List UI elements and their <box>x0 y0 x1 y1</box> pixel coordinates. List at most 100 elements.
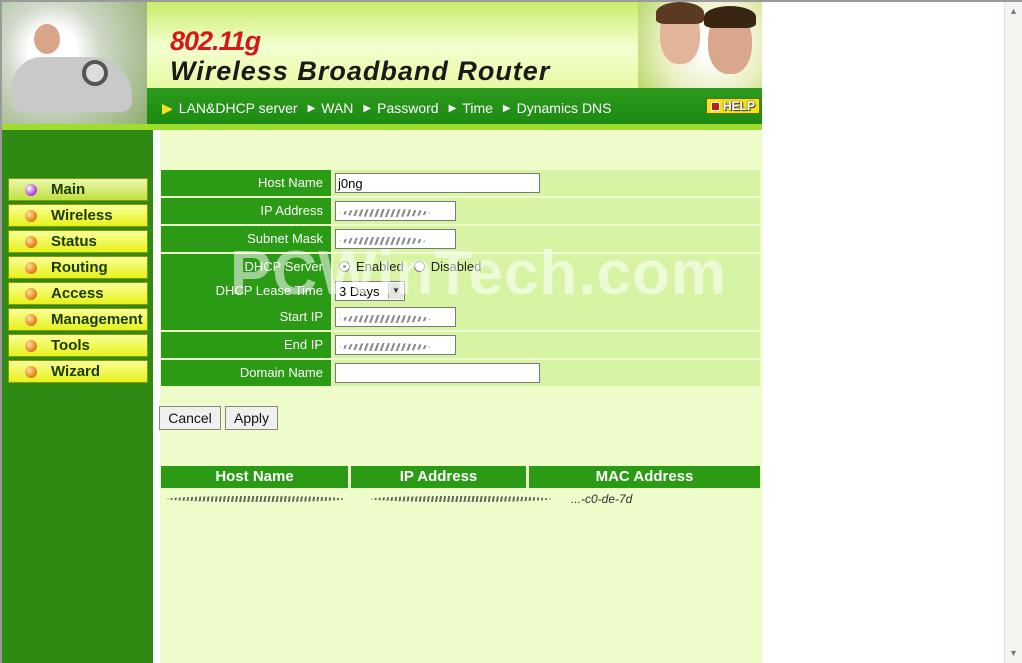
nav-password[interactable]: ▶ Password <box>363 100 438 116</box>
subnet-mask-cell <box>333 226 760 252</box>
start-ip-row: Start IP <box>161 304 760 330</box>
person-hair <box>704 6 756 28</box>
sidebar-item-label: Status <box>51 233 97 250</box>
end-ip-cell <box>333 332 760 358</box>
lease-time-value: 3 Days <box>339 284 380 299</box>
header-photo-right <box>638 2 762 88</box>
lease-time-row: DHCP Lease Time 3 Days ▼ <box>161 278 760 304</box>
sidebar-item-wireless[interactable]: Wireless <box>8 204 148 227</box>
sidebar-item-label: Main <box>51 181 86 198</box>
person-hair <box>656 2 704 24</box>
dhcp-enabled-label: Enabled <box>356 259 404 274</box>
headphones-icon <box>82 60 108 86</box>
start-ip-label: Start IP <box>161 304 331 330</box>
nav-label: WAN <box>321 100 354 116</box>
nav-dynamic-dns[interactable]: ▶ Dynamics DNS <box>503 100 612 116</box>
start-ip-input[interactable] <box>335 307 456 327</box>
dhcp-server-radio-group: Enabled Disabled <box>339 259 491 274</box>
person-head <box>34 24 60 54</box>
sidebar-item-management[interactable]: Management <box>8 308 148 331</box>
nav-label: Dynamics DNS <box>516 100 612 116</box>
scroll-up-icon[interactable]: ▲ <box>1006 4 1021 19</box>
bullet-icon <box>25 261 37 274</box>
brand-title: Wireless Broadband Router <box>170 56 551 86</box>
column-header-mac-address: MAC Address <box>529 466 760 488</box>
sidebar-item-wizard[interactable]: Wizard <box>8 360 148 383</box>
sidebar-item-routing[interactable]: Routing <box>8 256 148 279</box>
cancel-button[interactable]: Cancel <box>159 406 221 430</box>
top-nav: ▶ LAN&DHCP server ▶ WAN ▶ Password ▶ Tim… <box>162 96 622 120</box>
sidebar-item-tools[interactable]: Tools <box>8 334 148 357</box>
bullet-icon <box>25 339 37 352</box>
nav-label: Time <box>462 100 493 116</box>
domain-name-input[interactable] <box>335 363 540 383</box>
main-left-strip <box>153 130 160 663</box>
sidebar-item-label: Wizard <box>51 363 101 380</box>
dhcp-disabled-label: Disabled <box>430 259 482 274</box>
ip-address-row: IP Address <box>161 198 760 224</box>
dhcp-server-cell: Enabled Disabled <box>333 254 760 280</box>
bullet-icon <box>25 235 37 248</box>
sidebar-item-label: Access <box>51 285 104 302</box>
bullet-icon <box>25 209 37 222</box>
end-ip-input[interactable] <box>335 335 456 355</box>
subnet-mask-row: Subnet Mask <box>161 226 760 252</box>
redacted-value <box>340 209 430 217</box>
nav-lan-dhcp[interactable]: ▶ LAN&DHCP server <box>162 100 298 117</box>
bullet-icon <box>25 287 37 300</box>
header-banner: 802.11g Wireless Broadband Router ▶ LAN&… <box>2 2 762 130</box>
scroll-down-icon[interactable]: ▼ <box>1006 646 1021 661</box>
help-button[interactable]: HELP <box>706 98 760 114</box>
dhcp-disabled-radio[interactable] <box>413 261 425 272</box>
bullet-icon <box>25 365 37 378</box>
play-arrow-icon: ▶ <box>162 99 173 116</box>
play-arrow-icon: ▶ <box>307 102 316 114</box>
end-ip-row: End IP <box>161 332 760 358</box>
header-photo-left <box>2 2 147 124</box>
dhcp-enabled-radio[interactable] <box>339 261 350 272</box>
chevron-down-icon[interactable]: ▼ <box>388 283 403 299</box>
lease-time-select[interactable]: 3 Days ▼ <box>335 281 405 301</box>
apply-button[interactable]: Apply <box>225 406 278 430</box>
host-name-row: Host Name <box>161 170 760 196</box>
redacted-value <box>167 496 345 502</box>
play-arrow-icon: ▶ <box>448 102 457 114</box>
sidebar-item-label: Management <box>51 311 143 328</box>
nav-time[interactable]: ▶ Time <box>449 100 493 116</box>
sidebar-item-label: Wireless <box>51 207 113 224</box>
mac-address-value: ...-c0-de-7d <box>571 492 633 506</box>
redacted-value <box>340 315 430 323</box>
help-icon <box>710 101 720 111</box>
domain-name-row: Domain Name <box>161 360 760 386</box>
column-header-ip-address: IP Address <box>351 466 526 488</box>
host-name-input[interactable] <box>335 173 540 193</box>
sidebar-item-label: Routing <box>51 259 108 276</box>
domain-name-cell <box>333 360 760 386</box>
nav-label: Password <box>377 100 439 116</box>
nav-label: LAN&DHCP server <box>178 100 298 116</box>
ip-address-cell <box>333 198 760 224</box>
dhcp-server-label: DHCP Server <box>161 254 331 280</box>
dhcp-server-row: DHCP Server Enabled Disabled <box>161 254 760 280</box>
sidebar-item-main[interactable]: Main <box>8 178 148 201</box>
subnet-mask-label: Subnet Mask <box>161 226 331 252</box>
host-name-label: Host Name <box>161 170 331 196</box>
host-name-cell <box>333 170 760 196</box>
sidebar: Main Wireless Status Routing Access Mana… <box>2 130 153 663</box>
sidebar-item-status[interactable]: Status <box>8 230 148 253</box>
lease-time-label: DHCP Lease Time <box>161 278 331 304</box>
redacted-value <box>371 496 551 502</box>
vertical-scrollbar[interactable]: ▲ ▼ <box>1004 2 1022 663</box>
ip-address-input[interactable] <box>335 201 456 221</box>
subnet-mask-input[interactable] <box>335 229 456 249</box>
redacted-value <box>340 343 430 351</box>
sidebar-item-access[interactable]: Access <box>8 282 148 305</box>
bullet-icon <box>25 183 37 196</box>
nav-wan[interactable]: ▶ WAN <box>308 100 354 116</box>
brand-model: 802.11g <box>170 26 261 56</box>
play-arrow-icon: ▶ <box>502 102 511 114</box>
sidebar-menu: Main Wireless Status Routing Access Mana… <box>8 178 148 386</box>
play-arrow-icon: ▶ <box>363 102 372 114</box>
main-content: Host Name IP Address Subnet Mask DHCP Se… <box>153 130 762 663</box>
person-body <box>12 57 132 112</box>
